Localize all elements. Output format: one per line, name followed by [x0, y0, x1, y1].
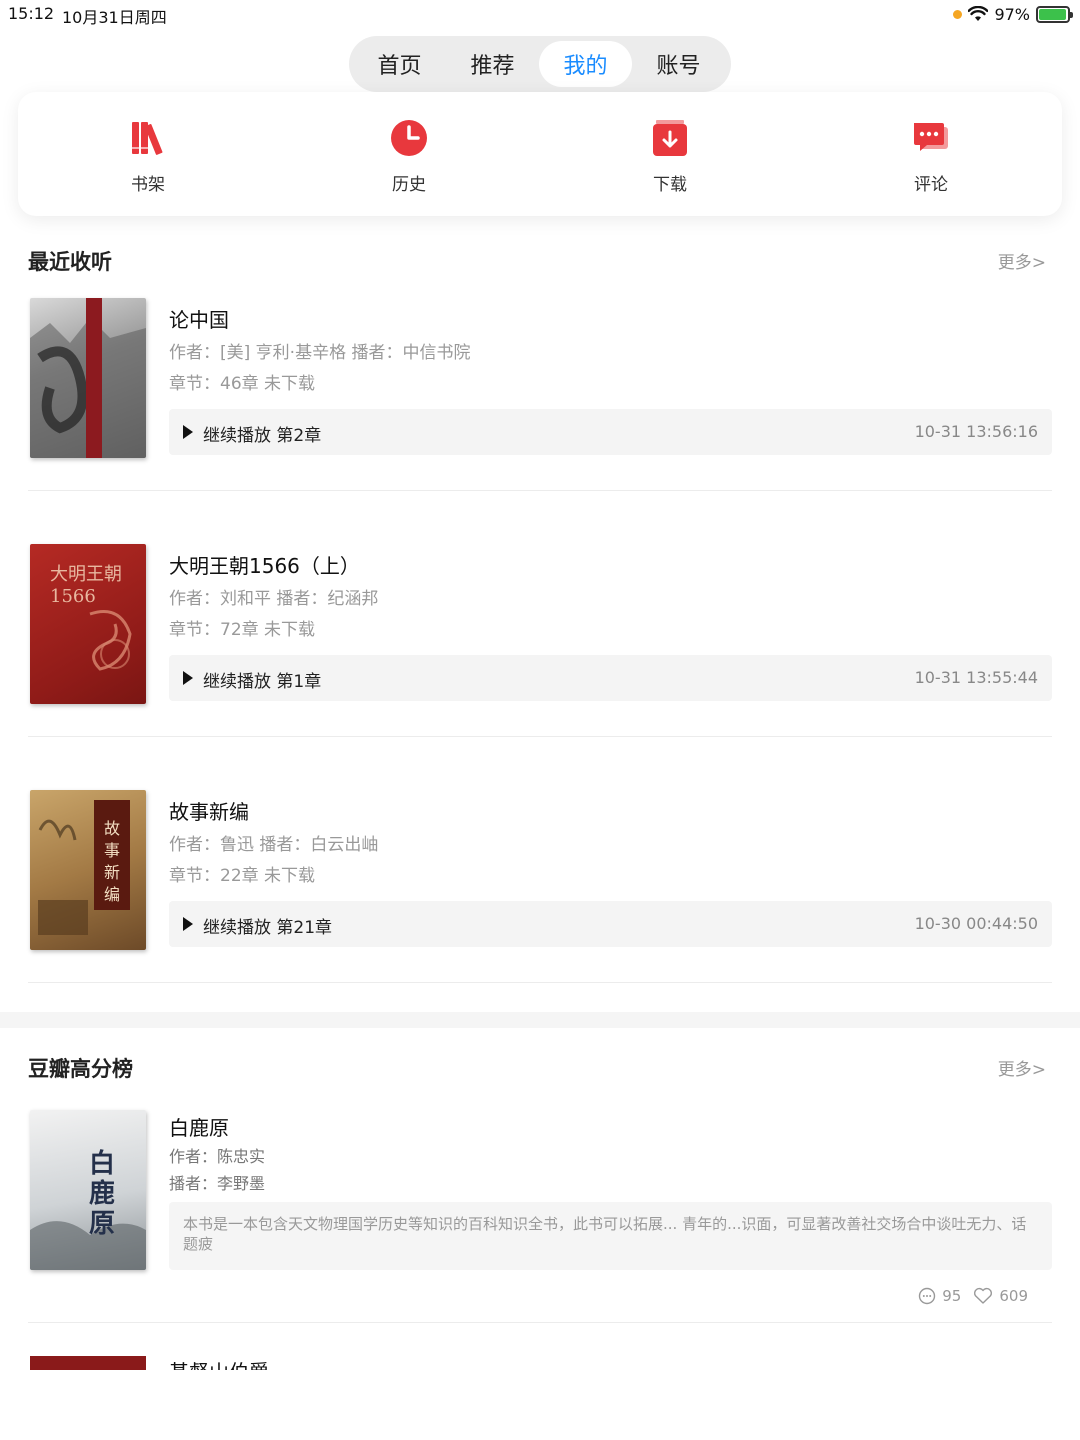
status-date: 10月31日周四	[62, 8, 167, 27]
recent-item[interactable]: 论中国 作者：[美] 亨利·基辛格 播者：中信书院 章节：46章 未下载 继续播…	[0, 298, 1080, 490]
clock-icon	[391, 120, 427, 156]
download-label: 下载	[653, 175, 687, 195]
bookshelf-icon	[132, 122, 163, 155]
book-cover[interactable]	[30, 298, 146, 458]
book-title: 论中国	[169, 308, 229, 332]
continue-play-bar[interactable]: 继续播放 第1章 10-31 13:55:44	[169, 655, 1052, 701]
heart-icon[interactable]	[973, 1287, 993, 1305]
divider	[28, 1322, 1052, 1323]
continue-label: 继续播放 第2章	[203, 426, 322, 446]
continue-label: 继续播放 第21章	[203, 918, 333, 938]
book-title: 白鹿原	[169, 1116, 229, 1140]
book-title: 大明王朝1566（上）	[169, 554, 360, 578]
book-narrator: 播者：李野墨	[169, 1174, 266, 1193]
svg-text:白: 白	[89, 1148, 115, 1179]
book-stats: 95 609	[918, 1287, 1028, 1305]
book-author: 作者：[美] 亨利·基辛格 播者：中信书院	[169, 343, 471, 363]
bookshelf-button[interactable]: 书架	[108, 118, 188, 195]
recent-item[interactable]: 大明王朝 1566 大明王朝1566（上） 作者：刘和平 播者：纪涵邦 章节：7…	[0, 544, 1080, 736]
svg-text:编: 编	[104, 885, 120, 904]
book-chapters: 章节：72章 未下载	[169, 620, 316, 640]
last-played-time: 10-31 13:55:44	[914, 668, 1038, 687]
douban-section-title: 豆瓣高分榜	[28, 1057, 133, 1081]
svg-text:鹿: 鹿	[89, 1178, 115, 1209]
book-author: 作者：陈忠实	[169, 1147, 266, 1166]
comments-label: 评论	[914, 175, 948, 195]
download-icon	[653, 120, 687, 156]
book-description: 本书是一本包含天文物理国学历史等知识的百科知识全书，此书可以拓展... 青年的.…	[169, 1202, 1052, 1270]
book-title: 基督山伯爵	[169, 1356, 269, 1370]
continue-play-bar[interactable]: 继续播放 第21章 10-30 00:44:50	[169, 901, 1052, 947]
comment-icon	[914, 123, 948, 151]
svg-text:原: 原	[89, 1209, 115, 1239]
book-cover[interactable]: 大明王朝 1566	[30, 544, 146, 704]
status-bar: 15:12 10月31日周四 97%	[0, 0, 1080, 30]
comment-count: 95	[942, 1287, 962, 1305]
svg-text:1566: 1566	[50, 586, 96, 607]
download-button[interactable]: 下载	[630, 118, 710, 195]
book-chapters: 章节：22章 未下载	[169, 866, 316, 886]
cover-art	[30, 298, 146, 458]
top-tab-bar: 首页 推荐 我的 账号	[349, 36, 731, 92]
recent-section-title: 最近收听	[28, 250, 112, 274]
douban-item-partial[interactable]: 基督山伯爵	[0, 1354, 1080, 1370]
continue-label: 继续播放 第1章	[203, 672, 322, 692]
douban-more-link[interactable]: 更多>	[998, 1055, 1046, 1080]
comments-button[interactable]: 评论	[891, 118, 971, 195]
svg-text:事: 事	[104, 841, 120, 860]
svg-text:新: 新	[104, 863, 120, 882]
recent-item[interactable]: 故 事 新 编 故事新编 作者：鲁迅 播者：白云出岫 章节：22章 未下载 继续…	[0, 790, 1080, 982]
book-cover[interactable]	[30, 1356, 146, 1370]
history-label: 历史	[392, 175, 426, 195]
tab-recommend[interactable]: 推荐	[446, 41, 539, 87]
section-separator	[0, 1012, 1080, 1028]
divider	[28, 736, 1052, 737]
battery-percent: 97%	[994, 4, 1030, 24]
tab-mine[interactable]: 我的	[539, 41, 632, 87]
status-time: 15:12	[8, 4, 55, 23]
divider	[28, 490, 1052, 491]
like-count: 609	[999, 1287, 1028, 1305]
recent-more-link[interactable]: 更多>	[998, 248, 1046, 273]
play-icon	[183, 917, 193, 931]
wifi-icon	[968, 6, 989, 21]
comment-count-icon	[919, 1287, 936, 1305]
battery-icon	[1036, 5, 1073, 23]
last-played-time: 10-30 00:44:50	[914, 914, 1038, 933]
history-button[interactable]: 历史	[369, 118, 449, 195]
tab-home[interactable]: 首页	[353, 41, 446, 87]
mic-indicator-icon	[953, 9, 963, 19]
play-icon	[183, 671, 193, 685]
cover-art: 大明王朝 1566	[50, 564, 132, 671]
book-title: 故事新编	[169, 800, 249, 824]
divider	[28, 982, 1052, 983]
quick-actions-card: 书架 历史 下载 评论	[18, 92, 1062, 216]
svg-text:故: 故	[104, 819, 120, 838]
bookshelf-label: 书架	[131, 175, 165, 195]
book-author: 作者：鲁迅 播者：白云出岫	[169, 835, 379, 855]
douban-item[interactable]: 白 鹿 原 白鹿原 作者：陈忠实 播者：李野墨 本书是一本包含天文物理国学历史等…	[0, 1110, 1080, 1322]
book-cover[interactable]: 白 鹿 原	[30, 1110, 146, 1270]
battery-level	[1039, 8, 1067, 20]
status-indicators: 97%	[953, 4, 1073, 24]
book-author: 作者：刘和平 播者：纪涵邦	[169, 589, 379, 609]
cover-art: 故 事 新 编	[38, 800, 130, 935]
last-played-time: 10-31 13:56:16	[914, 422, 1038, 441]
book-chapters: 章节：46章 未下载	[169, 374, 316, 394]
tab-account[interactable]: 账号	[632, 41, 725, 87]
continue-play-bar[interactable]: 继续播放 第2章 10-31 13:56:16	[169, 409, 1052, 455]
cover-art: 白 鹿 原	[30, 1148, 146, 1270]
book-cover[interactable]: 故 事 新 编	[30, 790, 146, 950]
svg-text:大明王朝: 大明王朝	[50, 564, 122, 585]
play-icon	[183, 425, 193, 439]
